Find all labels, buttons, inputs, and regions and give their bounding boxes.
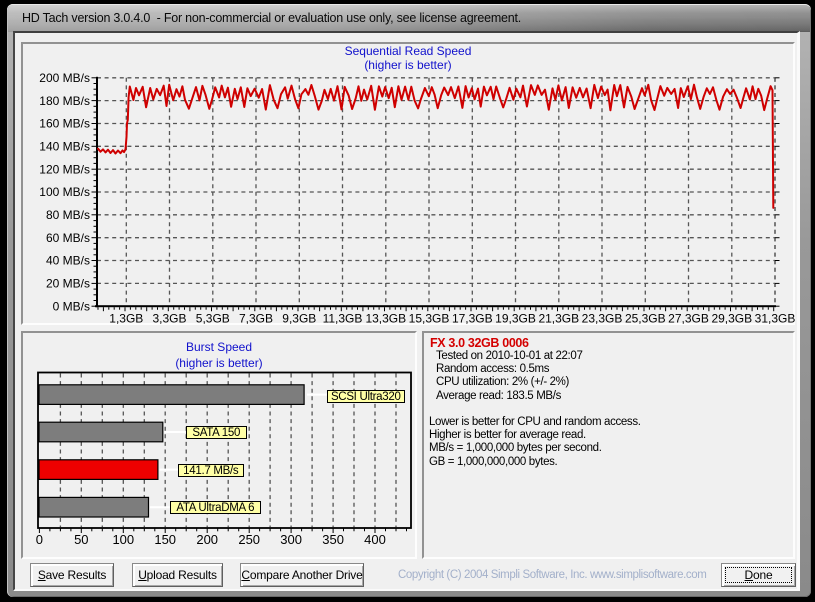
svg-text:300: 300 [280, 532, 302, 547]
svg-text:27,3GB: 27,3GB [668, 312, 709, 326]
svg-text:350: 350 [322, 532, 344, 547]
svg-text:23,3GB: 23,3GB [582, 312, 623, 326]
svg-text:0: 0 [36, 532, 43, 547]
svg-text:200 MB/s: 200 MB/s [39, 71, 90, 85]
svg-text:9,3GB: 9,3GB [282, 312, 316, 326]
svg-text:5,3GB: 5,3GB [196, 312, 230, 326]
svg-text:140 MB/s: 140 MB/s [39, 140, 90, 154]
svg-text:20 MB/s: 20 MB/s [46, 277, 90, 291]
svg-text:19,3GB: 19,3GB [495, 312, 536, 326]
svg-text:1,3GB: 1,3GB [109, 312, 143, 326]
svg-text:0 MB/s: 0 MB/s [53, 299, 90, 313]
svg-text:15,3GB: 15,3GB [409, 312, 450, 326]
svg-text:21,3GB: 21,3GB [538, 312, 579, 326]
svg-text:13,3GB: 13,3GB [365, 312, 406, 326]
svg-text:25,3GB: 25,3GB [625, 312, 666, 326]
svg-text:150: 150 [154, 532, 176, 547]
svg-text:250: 250 [238, 532, 260, 547]
svg-text:200: 200 [196, 532, 218, 547]
svg-text:60 MB/s: 60 MB/s [46, 231, 90, 245]
svg-text:180 MB/s: 180 MB/s [39, 94, 90, 108]
svg-text:120 MB/s: 120 MB/s [39, 162, 90, 176]
svg-text:50: 50 [74, 532, 88, 547]
svg-text:29,3GB: 29,3GB [711, 312, 752, 326]
svg-text:7,3GB: 7,3GB [239, 312, 273, 326]
svg-text:17,3GB: 17,3GB [452, 312, 493, 326]
svg-text:80 MB/s: 80 MB/s [46, 208, 90, 222]
svg-text:400: 400 [364, 532, 386, 547]
svg-text:160 MB/s: 160 MB/s [39, 117, 90, 131]
svg-text:31,3GB: 31,3GB [755, 312, 796, 326]
svg-text:11,3GB: 11,3GB [323, 312, 363, 326]
svg-text:40 MB/s: 40 MB/s [46, 254, 90, 268]
svg-text:100: 100 [112, 532, 134, 547]
svg-text:3,3GB: 3,3GB [152, 312, 186, 326]
svg-text:100 MB/s: 100 MB/s [39, 185, 90, 199]
